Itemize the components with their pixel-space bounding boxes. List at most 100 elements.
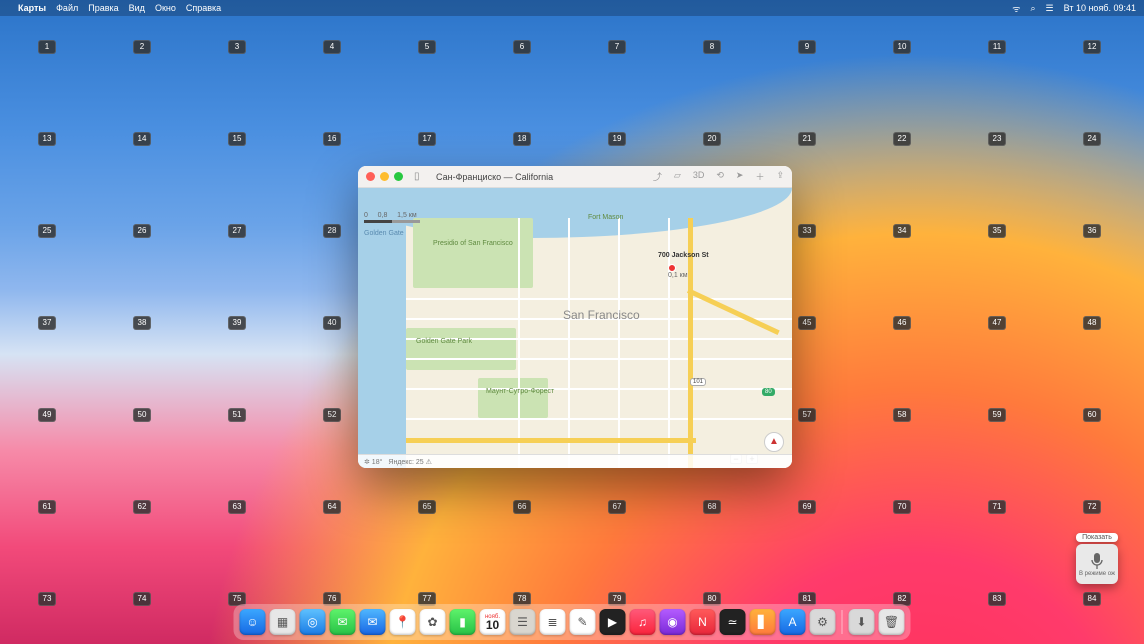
dock-mail[interactable]: ✉ [360, 609, 386, 635]
dock-news[interactable]: N [690, 609, 716, 635]
wifi-icon[interactable]: ᯤ [1012, 2, 1020, 15]
share-icon[interactable]: ⤴ [653, 170, 662, 183]
grid-cell-66[interactable]: 66 [513, 500, 531, 514]
dock-facetime[interactable]: ▮ [450, 609, 476, 635]
grid-cell-10[interactable]: 10 [893, 40, 911, 54]
grid-cell-46[interactable]: 46 [893, 316, 911, 330]
compass-icon[interactable]: ▲ [764, 432, 784, 452]
grid-cell-61[interactable]: 61 [38, 500, 56, 514]
grid-cell-24[interactable]: 24 [1083, 132, 1101, 146]
grid-cell-5[interactable]: 5 [418, 40, 436, 54]
dock-safari[interactable]: ◎ [300, 609, 326, 635]
grid-cell-28[interactable]: 28 [323, 224, 341, 238]
dock-settings[interactable]: ⚙ [810, 609, 836, 635]
grid-cell-52[interactable]: 52 [323, 408, 341, 422]
grid-cell-67[interactable]: 67 [608, 500, 626, 514]
dictation-show-button[interactable]: Показать [1076, 533, 1118, 542]
grid-cell-48[interactable]: 48 [1083, 316, 1101, 330]
grid-cell-62[interactable]: 62 [133, 500, 151, 514]
grid-cell-23[interactable]: 23 [988, 132, 1006, 146]
grid-cell-21[interactable]: 21 [798, 132, 816, 146]
grid-cell-25[interactable]: 25 [38, 224, 56, 238]
grid-cell-47[interactable]: 47 [988, 316, 1006, 330]
dock-reminders[interactable]: ≣ [540, 609, 566, 635]
grid-cell-57[interactable]: 57 [798, 408, 816, 422]
grid-cell-12[interactable]: 12 [1083, 40, 1101, 54]
grid-cell-6[interactable]: 6 [513, 40, 531, 54]
grid-cell-19[interactable]: 19 [608, 132, 626, 146]
grid-cell-37[interactable]: 37 [38, 316, 56, 330]
map-canvas[interactable]: San Francisco Presidio of San Francisco … [358, 188, 792, 468]
grid-cell-3[interactable]: 3 [228, 40, 246, 54]
dock-maps[interactable]: 📍 [390, 609, 416, 635]
window-titlebar[interactable]: ▯ Сан-Франциско — California ⤴ ▱ 3D ⟲ ➤ … [358, 166, 792, 188]
clock[interactable]: Вт 10 нояб. 09:41 [1064, 3, 1136, 13]
menu-app[interactable]: Карты [18, 3, 46, 13]
grid-cell-45[interactable]: 45 [798, 316, 816, 330]
export-icon[interactable]: ⇪ [776, 170, 784, 183]
menu-help[interactable]: Справка [186, 3, 221, 13]
grid-cell-59[interactable]: 59 [988, 408, 1006, 422]
3d-icon[interactable]: 3D [693, 170, 705, 183]
layers-icon[interactable]: ▱ [674, 170, 681, 183]
grid-cell-83[interactable]: 83 [988, 592, 1006, 606]
dock-trash[interactable]: 🗑 [879, 609, 905, 635]
grid-cell-2[interactable]: 2 [133, 40, 151, 54]
grid-cell-65[interactable]: 65 [418, 500, 436, 514]
grid-cell-4[interactable]: 4 [323, 40, 341, 54]
control-center-icon[interactable]: ☰ [1046, 3, 1054, 14]
grid-cell-49[interactable]: 49 [38, 408, 56, 422]
grid-cell-13[interactable]: 13 [38, 132, 56, 146]
dock-music[interactable]: ♫ [630, 609, 656, 635]
grid-cell-72[interactable]: 72 [1083, 500, 1101, 514]
grid-cell-38[interactable]: 38 [133, 316, 151, 330]
grid-cell-36[interactable]: 36 [1083, 224, 1101, 238]
grid-cell-33[interactable]: 33 [798, 224, 816, 238]
grid-cell-60[interactable]: 60 [1083, 408, 1101, 422]
grid-cell-14[interactable]: 14 [133, 132, 151, 146]
grid-cell-84[interactable]: 84 [1083, 592, 1101, 606]
grid-cell-15[interactable]: 15 [228, 132, 246, 146]
dock-launchpad[interactable]: ▦ [270, 609, 296, 635]
dock-appstore[interactable]: A [780, 609, 806, 635]
maximize-button[interactable] [394, 172, 403, 181]
grid-cell-7[interactable]: 7 [608, 40, 626, 54]
add-icon[interactable]: ＋ [755, 170, 764, 183]
search-icon[interactable]: ⌕ [1031, 3, 1036, 14]
menu-file[interactable]: Файл [56, 3, 78, 13]
grid-cell-58[interactable]: 58 [893, 408, 911, 422]
grid-cell-27[interactable]: 27 [228, 224, 246, 238]
dock-tv[interactable]: ▶ [600, 609, 626, 635]
grid-cell-9[interactable]: 9 [798, 40, 816, 54]
grid-cell-64[interactable]: 64 [323, 500, 341, 514]
menu-view[interactable]: Вид [129, 3, 145, 13]
grid-cell-70[interactable]: 70 [893, 500, 911, 514]
menu-edit[interactable]: Правка [88, 3, 118, 13]
grid-cell-51[interactable]: 51 [228, 408, 246, 422]
dock-photos[interactable]: ✿ [420, 609, 446, 635]
grid-cell-11[interactable]: 11 [988, 40, 1006, 54]
dock-finder[interactable]: ☺ [240, 609, 266, 635]
grid-cell-74[interactable]: 74 [133, 592, 151, 606]
dock-contacts[interactable]: ☰ [510, 609, 536, 635]
dock-stocks[interactable]: ≃ [720, 609, 746, 635]
grid-cell-69[interactable]: 69 [798, 500, 816, 514]
dock-calendar[interactable]: нояб.10 [480, 609, 506, 635]
grid-cell-40[interactable]: 40 [323, 316, 341, 330]
menu-window[interactable]: Окно [155, 3, 176, 13]
dictation-mic-button[interactable]: В режиме ож [1076, 544, 1118, 584]
grid-cell-18[interactable]: 18 [513, 132, 531, 146]
grid-cell-39[interactable]: 39 [228, 316, 246, 330]
grid-cell-26[interactable]: 26 [133, 224, 151, 238]
grid-cell-16[interactable]: 16 [323, 132, 341, 146]
grid-cell-50[interactable]: 50 [133, 408, 151, 422]
grid-cell-63[interactable]: 63 [228, 500, 246, 514]
dock-books[interactable]: ▋ [750, 609, 776, 635]
grid-cell-35[interactable]: 35 [988, 224, 1006, 238]
grid-cell-34[interactable]: 34 [893, 224, 911, 238]
grid-cell-1[interactable]: 1 [38, 40, 56, 54]
grid-cell-68[interactable]: 68 [703, 500, 721, 514]
dock-notes[interactable]: ✎ [570, 609, 596, 635]
sidebar-toggle-icon[interactable]: ▯ [414, 171, 428, 182]
map-pin[interactable] [668, 264, 676, 272]
